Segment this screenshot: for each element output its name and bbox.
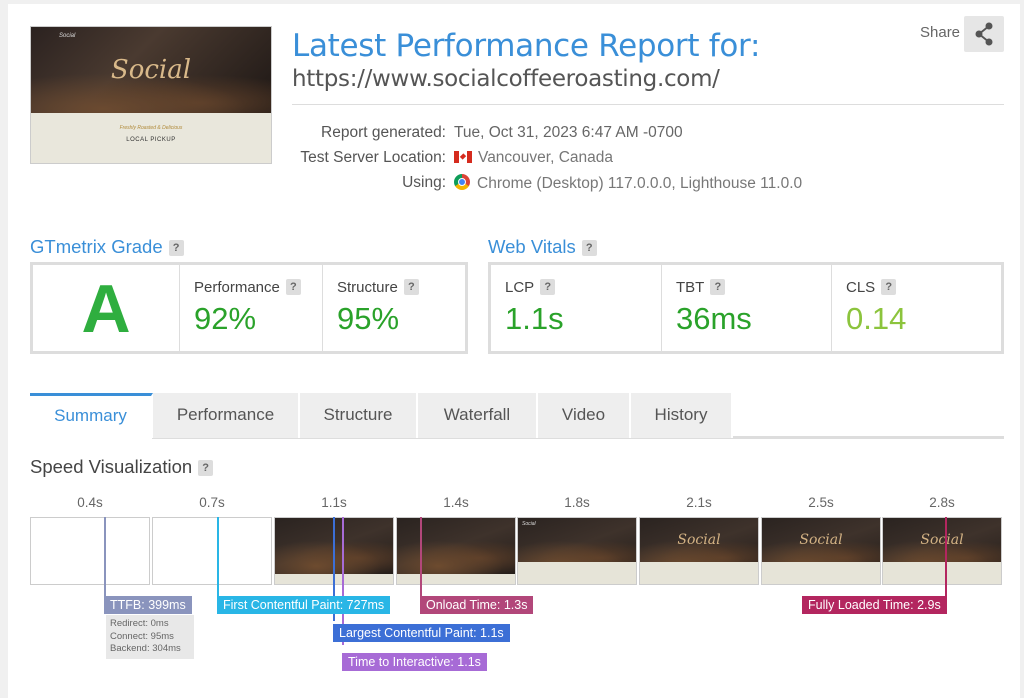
using-label: Using: xyxy=(402,174,446,191)
lcp-help-icon[interactable]: ? xyxy=(540,279,556,295)
tab-history[interactable]: History xyxy=(631,393,733,438)
thumbnail-tagline: Freshly Roasted & Delicious xyxy=(119,125,183,131)
fully-loaded-marker: Fully Loaded Time: 2.9s xyxy=(802,596,947,614)
filmstrip-frame[interactable]: Social xyxy=(882,517,1002,585)
cls-help-icon[interactable]: ? xyxy=(881,279,897,295)
speed-title: Speed Visualization? xyxy=(30,456,214,478)
frame-logo: Social xyxy=(677,532,721,548)
report-page: Social Social Freshly Roasted & Deliciou… xyxy=(8,4,1020,698)
performance-help-icon[interactable]: ? xyxy=(285,279,301,295)
share-icon xyxy=(975,22,993,46)
tick-label: 1.1s xyxy=(321,495,347,510)
grade-help-icon[interactable]: ? xyxy=(168,240,184,256)
vitals-help-icon[interactable]: ? xyxy=(581,240,597,256)
page-title: Latest Performance Report for: xyxy=(292,28,761,64)
structure-label: Structure xyxy=(337,279,398,296)
ttfb-breakdown: Redirect: 0ms Connect: 95ms Backend: 304… xyxy=(106,615,194,659)
canada-flag-icon xyxy=(454,151,472,163)
frame-logo: Social xyxy=(522,521,536,527)
performance-label: Performance xyxy=(194,279,280,296)
lcp-label: LCP xyxy=(505,279,535,296)
thumbnail-pickup: LOCAL PICKUP xyxy=(126,137,176,143)
tick-label: 0.7s xyxy=(199,495,225,510)
filmstrip-frame[interactable]: Social xyxy=(517,517,637,585)
tick-label: 1.4s xyxy=(443,495,469,510)
report-url[interactable]: https://www.socialcoffeeroasting.com/ xyxy=(292,66,720,92)
grade-title-text: GTmetrix Grade xyxy=(30,236,163,257)
filmstrip-frame[interactable]: Social xyxy=(761,517,881,585)
performance-value: 92% xyxy=(194,301,257,336)
grade-title: GTmetrix Grade? xyxy=(30,236,184,258)
ttfb-redirect: Redirect: 0ms xyxy=(110,618,169,629)
tbt-label: TBT xyxy=(676,279,705,296)
onload-marker: Onload Time: 1.3s xyxy=(420,596,534,614)
generated-value: Tue, Oct 31, 2023 6:47 AM -0700 xyxy=(454,124,683,141)
vitals-title-text: Web Vitals xyxy=(488,236,576,257)
performance-cell: Performance? 92% xyxy=(180,265,323,351)
filmstrip-frame[interactable] xyxy=(396,517,516,585)
tick-label: 2.5s xyxy=(808,495,834,510)
ttfb-connect: Connect: 95ms xyxy=(110,630,174,642)
location-value: Vancouver, Canada xyxy=(478,149,614,166)
ttfb-backend: Backend: 304ms xyxy=(110,643,181,654)
tab-summary[interactable]: Summary xyxy=(30,393,153,438)
tbt-help-icon[interactable]: ? xyxy=(710,279,726,295)
using-value: Chrome (Desktop) 117.0.0.0, Lighthouse 1… xyxy=(477,175,803,192)
structure-help-icon[interactable]: ? xyxy=(403,279,419,295)
cls-cell: CLS? 0.14 xyxy=(832,265,1001,351)
filmstrip-frame[interactable]: Social xyxy=(639,517,759,585)
tab-waterfall[interactable]: Waterfall xyxy=(418,393,538,438)
structure-cell: Structure? 95% xyxy=(323,265,465,351)
tbt-value: 36ms xyxy=(676,301,752,336)
fcp-line xyxy=(217,517,219,597)
tab-structure[interactable]: Structure xyxy=(300,393,418,438)
lcp-cell: LCP? 1.1s xyxy=(491,265,662,351)
filmstrip-frame[interactable] xyxy=(152,517,272,585)
tick-label: 1.8s xyxy=(564,495,590,510)
speed-help-icon[interactable]: ? xyxy=(198,460,214,476)
fcp-marker: First Contentful Paint: 727ms xyxy=(217,596,391,614)
site-thumbnail: Social Social Freshly Roasted & Deliciou… xyxy=(30,26,272,164)
tab-video[interactable]: Video xyxy=(538,393,631,438)
onload-line xyxy=(420,517,422,597)
structure-value: 95% xyxy=(337,301,400,336)
vitals-title: Web Vitals? xyxy=(488,236,597,258)
cls-label: CLS xyxy=(846,279,876,296)
share-button[interactable] xyxy=(964,16,1004,52)
grade-box: A Performance? 92% Structure? 95% xyxy=(30,262,468,354)
vitals-box: LCP? 1.1s TBT? 36ms CLS? 0.14 xyxy=(488,262,1004,354)
tbt-cell: TBT? 36ms xyxy=(662,265,832,351)
thumbnail-mini-logo: Social xyxy=(59,33,76,39)
fully-loaded-line xyxy=(945,517,947,597)
lcp-value: 1.1s xyxy=(505,301,564,336)
chrome-icon xyxy=(454,174,470,190)
frame-logo: Social xyxy=(920,532,964,548)
thumbnail-logo: Social xyxy=(110,55,192,85)
ttfb-line xyxy=(104,517,106,597)
share-label: Share xyxy=(920,24,961,41)
location-label: Test Server Location: xyxy=(300,149,446,166)
cls-value: 0.14 xyxy=(846,301,907,336)
lcp-marker: Largest Contentful Paint: 1.1s xyxy=(333,624,510,642)
tick-label: 0.4s xyxy=(77,495,103,510)
tick-label: 2.1s xyxy=(686,495,712,510)
ttfb-marker: TTFB: 399ms xyxy=(104,596,192,614)
grade-letter: A xyxy=(81,271,131,347)
tti-marker: Time to Interactive: 1.1s xyxy=(342,653,487,671)
frame-logo: Social xyxy=(799,532,843,548)
speed-title-text: Speed Visualization xyxy=(30,456,193,477)
tick-label: 2.8s xyxy=(929,495,955,510)
filmstrip-frame[interactable] xyxy=(30,517,150,585)
grade-letter-cell: A xyxy=(33,265,180,351)
generated-label: Report generated: xyxy=(321,124,446,141)
tab-performance[interactable]: Performance xyxy=(153,393,300,438)
divider xyxy=(292,104,1004,105)
